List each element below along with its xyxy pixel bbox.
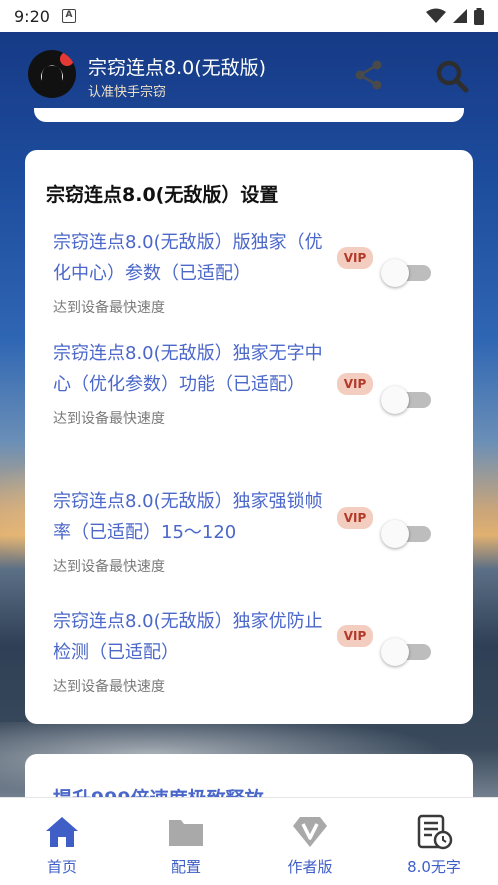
avatar[interactable]: [28, 50, 76, 98]
search-icon[interactable]: [434, 58, 470, 94]
setting-description: 达到设备最快速度: [53, 679, 165, 695]
nav-label-author: 作者版: [287, 858, 333, 876]
report-clock-icon: [417, 814, 453, 850]
app-title: 宗窃连点8.0(无敌版): [88, 57, 267, 79]
battery-icon: [474, 7, 484, 25]
toggle-thumb: [381, 638, 409, 666]
nav-item-config[interactable]: 配置: [124, 798, 248, 885]
nav-label-config: 配置: [170, 858, 201, 876]
setting-label: 宗窃连点8.0(无敌版）独家强锁帧率（已适配）15～120: [53, 491, 323, 543]
status-bar: 9:20 A: [0, 0, 498, 32]
vip-badge: VIP: [337, 247, 373, 269]
setting-toggle[interactable]: [381, 637, 431, 667]
setting-description: 达到设备最快速度: [53, 559, 165, 575]
nav-item-author[interactable]: 作者版: [248, 798, 372, 885]
setting-label: 宗窃连点8.0(无敌版）独家无字中心（优化参数）功能（已适配）: [53, 343, 323, 395]
nav-label-nochar: 8.0无字: [407, 858, 461, 876]
toggle-thumb: [381, 386, 409, 414]
signal-icon: [453, 9, 467, 23]
setting-toggle[interactable]: [381, 519, 431, 549]
folder-icon: [169, 820, 203, 846]
wifi-icon: [426, 8, 446, 23]
share-icon[interactable]: [352, 58, 386, 92]
setting-toggle[interactable]: [381, 385, 431, 415]
toggle-thumb: [381, 259, 409, 287]
toggle-thumb: [381, 520, 409, 548]
nav-label-home: 首页: [46, 858, 77, 876]
avatar-figure: [42, 66, 62, 88]
nav-item-nochar[interactable]: 8.0无字: [372, 798, 496, 885]
vip-badge: VIP: [337, 373, 373, 395]
setting-toggle[interactable]: [381, 258, 431, 288]
avatar-badge: [60, 52, 74, 66]
vip-badge: VIP: [337, 625, 373, 647]
status-time: 9:20: [14, 6, 50, 26]
settings-card-title: 宗窃连点8.0(无敌版）设置: [46, 184, 279, 206]
home-icon: [46, 817, 78, 847]
setting-label: 宗窃连点8.0(无敌版）独家优防止检测（已适配）: [53, 611, 323, 663]
app-subtitle: 认准快手宗窃: [88, 85, 167, 100]
bottom-nav: 首页 配置 作者版 8.0无字: [0, 797, 498, 885]
setting-label: 宗窃连点8.0(无敌版）版独家（优化中心）参数（已适配）: [53, 232, 323, 284]
settings-card: 宗窃连点8.0(无敌版）设置 宗窃连点8.0(无敌版）版独家（优化中心）参数（已…: [25, 150, 473, 724]
setting-description: 达到设备最快速度: [53, 300, 165, 316]
previous-card-edge: [34, 108, 464, 122]
diamond-v-icon: [293, 817, 327, 847]
notification-a-icon: A: [61, 9, 76, 23]
nav-item-home[interactable]: 首页: [0, 798, 124, 885]
vip-badge: VIP: [337, 507, 373, 529]
